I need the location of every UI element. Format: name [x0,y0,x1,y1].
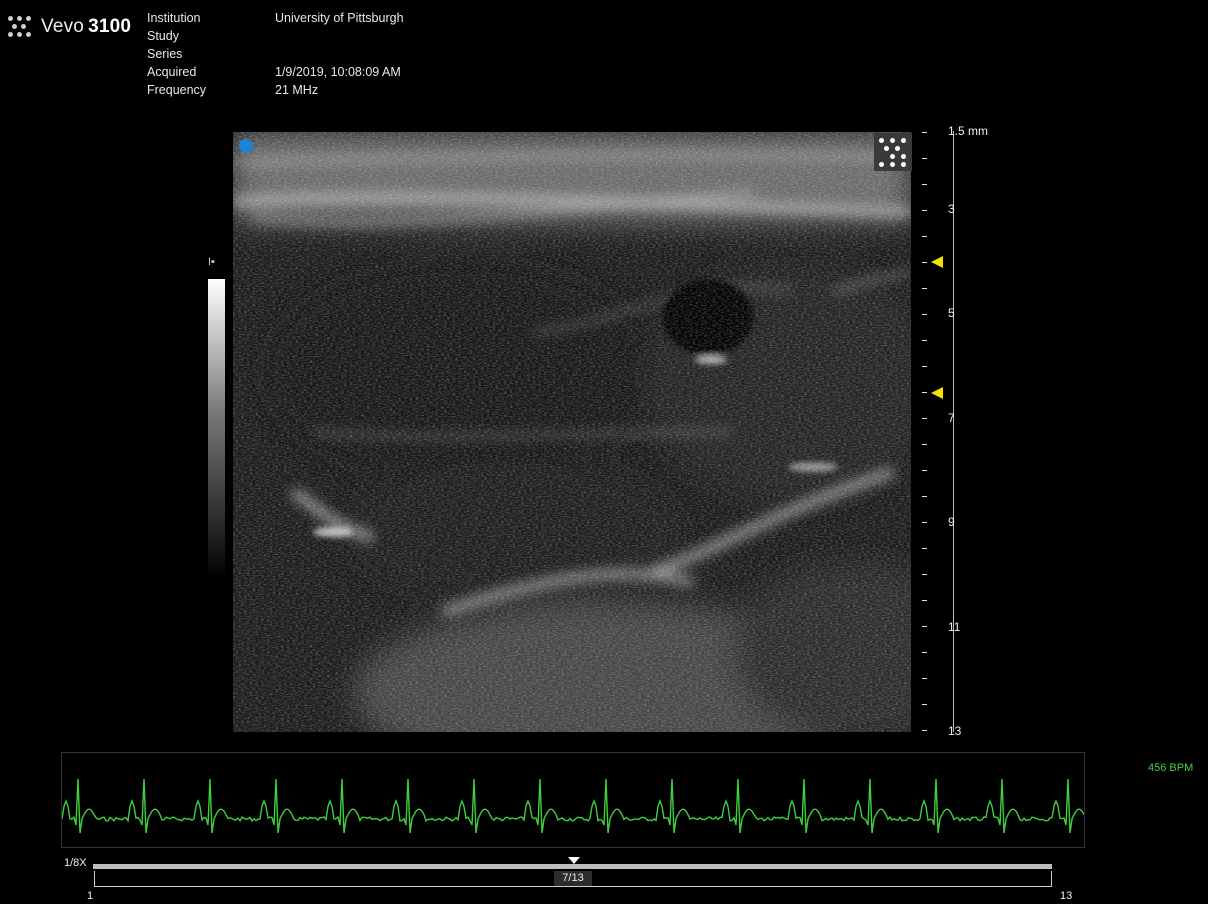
value-institution: University of Pittsburgh [275,11,404,25]
depth-tick [922,288,927,289]
depth-tick [922,392,927,393]
depth-tick [922,548,927,549]
value-frequency: 21 MHz [275,83,319,97]
model-name: 3100 [88,16,132,37]
depth-tick [922,262,927,263]
ecg-trace [62,778,1084,834]
depth-tick [922,600,927,601]
depth-label: 7 [948,411,955,425]
info-values: University of Pittsburgh 1/9/2019, 10:08… [275,9,404,99]
depth-tick [922,626,927,627]
playhead-marker[interactable] [568,857,580,864]
ecg-waveform [62,778,1084,834]
value-series [275,45,404,63]
depth-tick [922,314,927,315]
playback-speed[interactable]: 1/8X [64,857,87,869]
probe-orientation-indicator [239,139,253,153]
value-study [275,27,404,45]
depth-tick [922,496,927,497]
grid-dots-icon[interactable] [874,133,912,171]
depth-label: 3 [948,202,955,216]
brand-name: Vevo [41,16,85,37]
label-study: Study [147,29,179,43]
focus-marker-top[interactable] [931,256,943,268]
vevo-logo-icon [8,14,34,40]
depth-tick [922,652,927,653]
depth-tick [922,574,927,575]
range-line [94,886,1052,887]
current-frame: 7/13 [554,871,592,886]
range-start-handle[interactable] [94,871,95,887]
depth-tick [922,210,927,211]
depth-label: 11 [948,620,961,634]
vevo-logo: Vevo 3100 [8,14,131,40]
grayscale-map-icon: I▪ [208,256,215,268]
ultrasound-bmode [233,132,911,732]
depth-tick [922,678,927,679]
depth-tick [922,444,927,445]
depth-axis-line [953,131,954,732]
range-start-label: 1 [87,890,94,902]
ultrasound-image[interactable] [233,132,911,732]
range-end-label: 13 [1060,890,1073,902]
depth-tick [922,158,927,159]
depth-tick [922,470,927,471]
depth-tick [922,236,927,237]
info-labels: Institution Study Series Acquired Freque… [147,9,206,99]
depth-label: 9 [948,515,955,529]
label-series: Series [147,47,183,61]
depth-tick [922,704,927,705]
value-acquired: 1/9/2019, 10:08:09 AM [275,65,401,79]
label-institution: Institution [147,11,201,25]
depth-tick [922,730,927,731]
ecg-panel [61,752,1085,848]
label-acquired: Acquired [147,65,197,79]
range-end-handle[interactable] [1051,871,1052,887]
heart-rate: 456 BPM [1148,762,1194,774]
depth-label: 1.5 mm [948,124,989,138]
depth-label: 13 [948,724,962,738]
label-frequency: Frequency [147,83,207,97]
depth-tick [922,418,927,419]
depth-tick [922,132,927,133]
depth-tick [922,366,927,367]
focus-marker-bottom[interactable] [931,387,943,399]
grayscale-bar [208,279,225,579]
depth-tick [922,340,927,341]
depth-label: 5 [948,306,955,320]
depth-tick [922,184,927,185]
depth-tick [922,522,927,523]
playback-track[interactable] [93,864,1052,869]
